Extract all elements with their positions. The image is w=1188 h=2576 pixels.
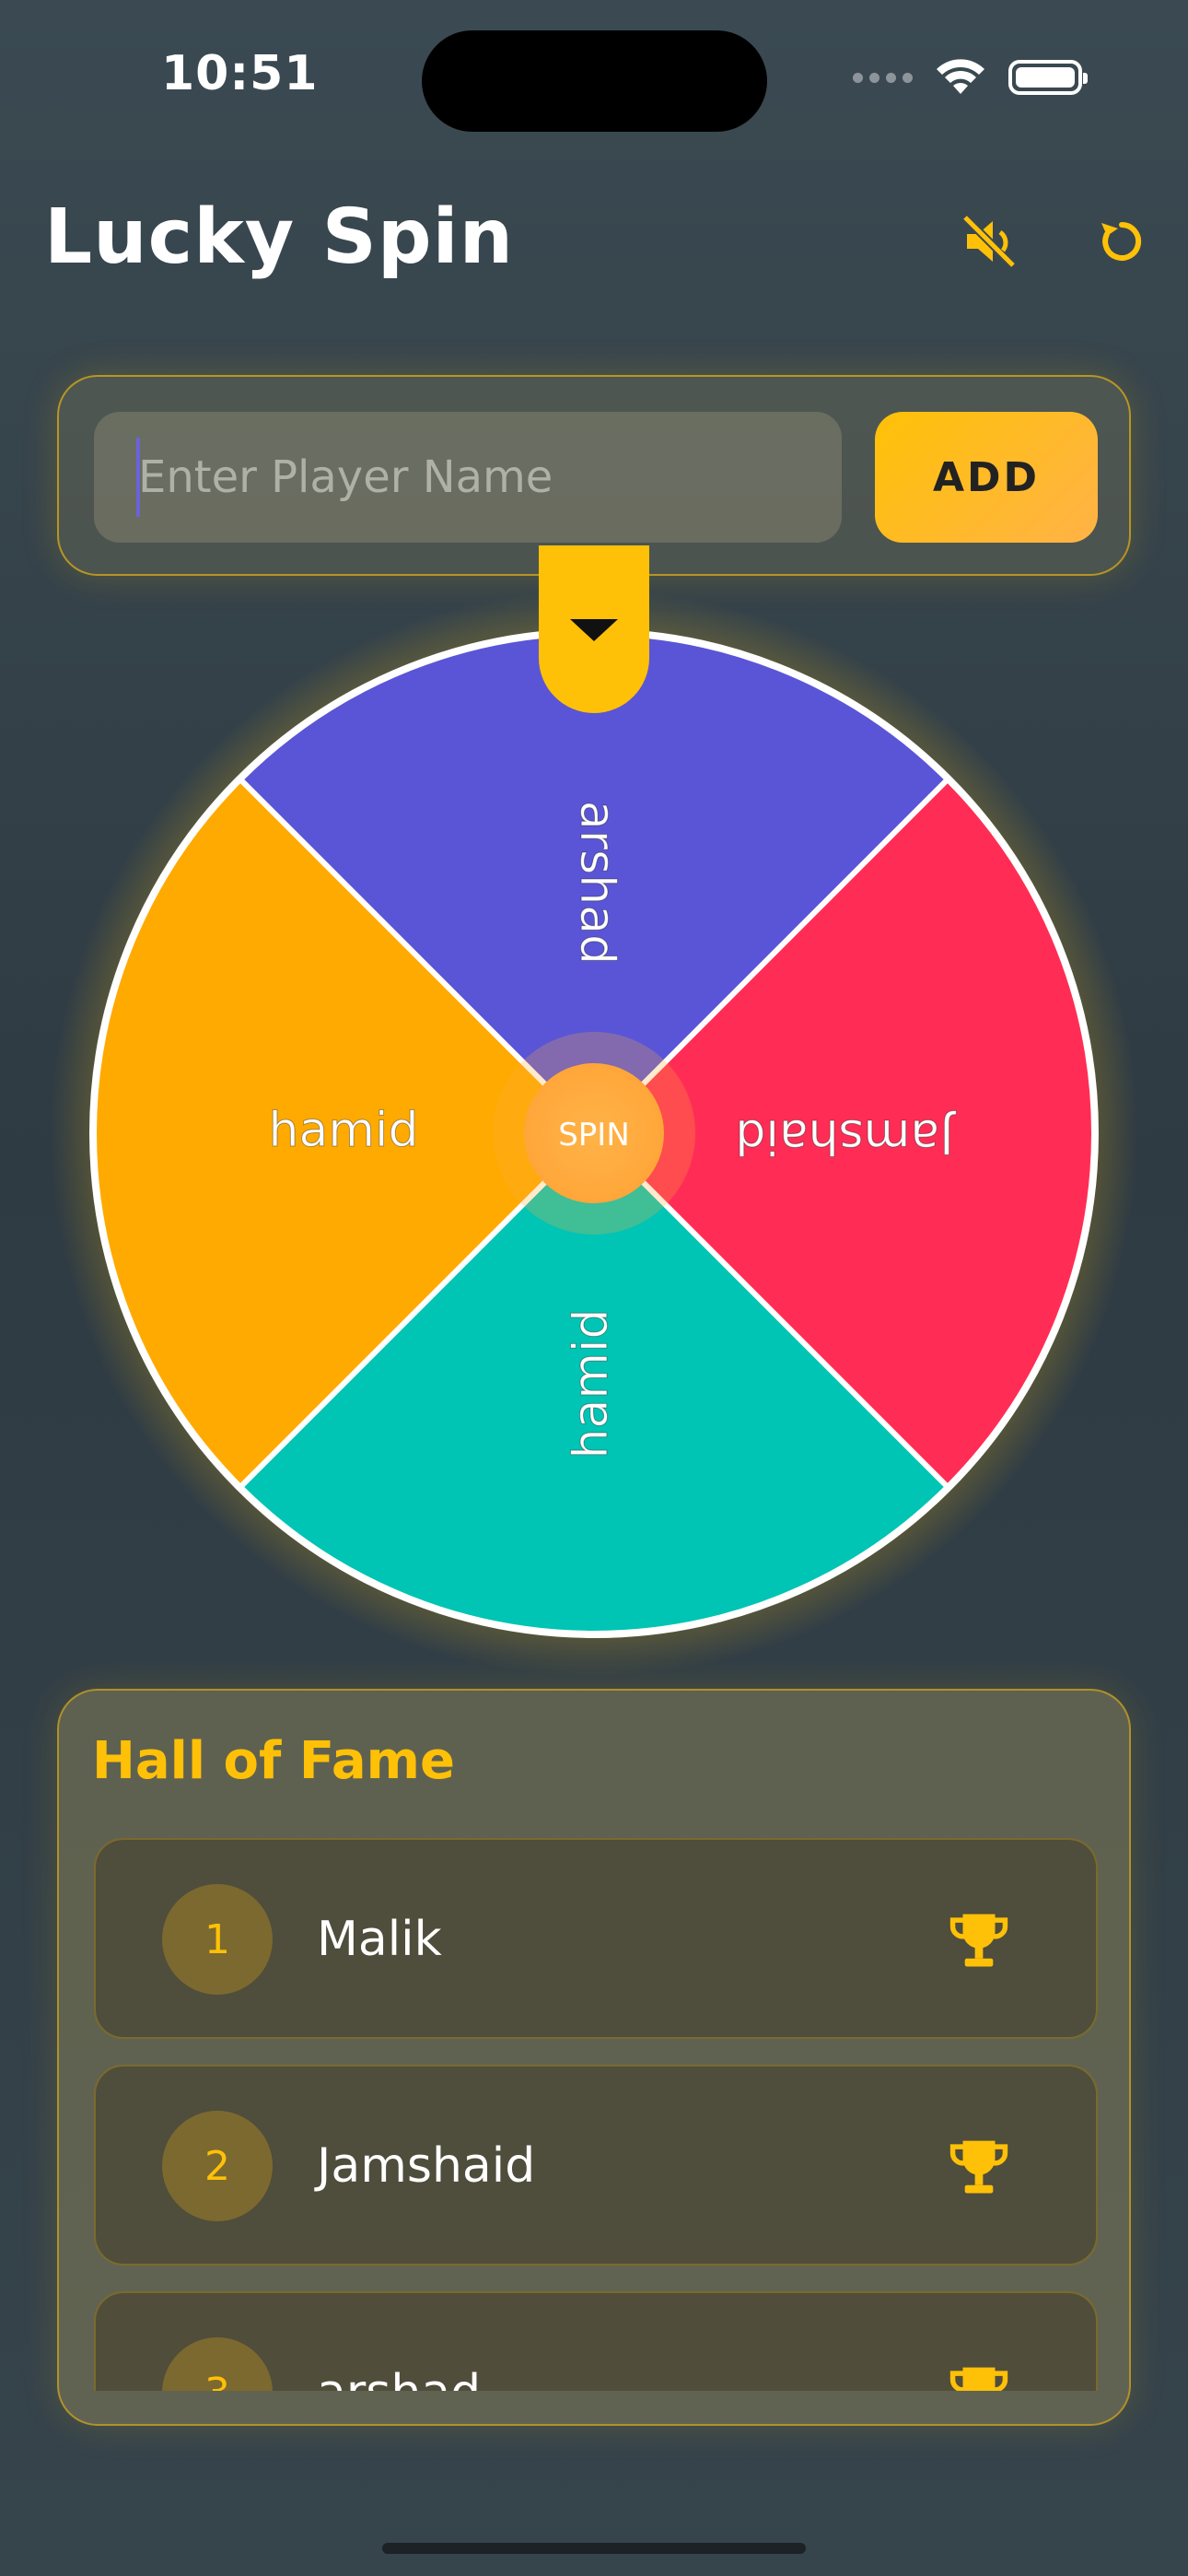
rank-badge: 2 [162, 2111, 273, 2221]
speaker-muted-icon [961, 214, 1017, 269]
list-item: 2 Jamshaid [94, 2065, 1098, 2266]
player-name: Malik [317, 1912, 442, 1967]
player-name: arshad [317, 2365, 481, 2391]
player-name-input[interactable] [94, 412, 842, 543]
cellular-signal-icon [853, 72, 913, 83]
hall-of-fame-title: Hall of Fame [92, 1731, 455, 1791]
spin-label: SPIN [558, 1117, 630, 1153]
rank-badge: 3 [162, 2337, 273, 2391]
wheel-pointer [539, 545, 649, 713]
mute-button[interactable] [952, 205, 1026, 278]
dynamic-island [422, 30, 767, 132]
home-indicator [382, 2543, 806, 2554]
trophy-icon [949, 2140, 1008, 2194]
player-name: Jamshaid [317, 2138, 536, 2194]
spin-wheel-area: arshad Jamshaid hamid hamid SPIN [0, 544, 1188, 1677]
status-time: 10:51 [161, 46, 319, 101]
list-item: 1 Malik [94, 1838, 1098, 2039]
refresh-icon [1101, 221, 1142, 261]
status-bar: 10:51 [0, 0, 1188, 157]
caret-down-icon [570, 619, 618, 641]
app-title: Lucky Spin [44, 193, 515, 281]
trophy-icon [949, 1914, 1008, 1967]
wheel-segment-label: hamid [269, 1103, 419, 1158]
wifi-icon [937, 59, 984, 94]
spin-wheel[interactable]: arshad Jamshaid hamid hamid SPIN [0, 544, 1188, 1677]
text-caret [136, 438, 140, 517]
rank-badge: 1 [162, 1884, 273, 1995]
wheel-segment-label: arshad [569, 801, 624, 965]
battery-icon [1008, 60, 1088, 95]
reset-button[interactable] [1085, 205, 1159, 278]
add-player-button[interactable]: ADD [875, 412, 1098, 543]
wheel-segment-label: hamid [564, 1309, 619, 1459]
hall-of-fame-card: Hall of Fame 1 Malik 2 Jamshaid [57, 1689, 1131, 2426]
list-item: 3 arshad [94, 2291, 1098, 2391]
hall-of-fame-list[interactable]: 1 Malik 2 Jamshaid 3 arshad [94, 1838, 1098, 2391]
wheel-segment-label: Jamshaid [735, 1108, 956, 1164]
status-icons [853, 57, 1088, 98]
trophy-icon [949, 2367, 1008, 2391]
